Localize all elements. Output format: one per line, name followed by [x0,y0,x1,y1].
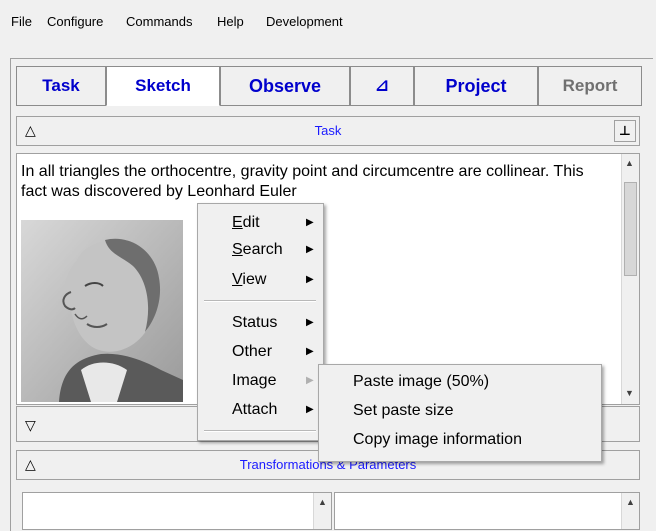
menu-item-image[interactable]: Image [232,372,276,390]
scroll-up-arrow-icon[interactable]: ▲ [318,497,327,507]
menu-item-search[interactable]: Search [232,241,283,259]
mnemonic-v: V [232,271,243,288]
menu-help[interactable]: Help [217,14,244,29]
menu-item-set-paste-size[interactable]: Set paste size [353,402,454,420]
pin-icon[interactable]: ⊥ [614,120,636,142]
submenu-arrow-icon: ▶ [306,317,314,328]
parameters-scrollbar[interactable]: ▲ [621,493,639,529]
image-submenu: Paste image (50%) Set paste size Copy im… [318,364,602,462]
context-menu: Edit ▶ Search ▶ View ▶ Status ▶ Other ▶ … [197,203,324,441]
scroll-thumb[interactable] [624,182,637,276]
mnemonic-s: S [232,241,243,258]
tab-sketch[interactable]: Sketch [106,66,220,106]
menu-configure[interactable]: Configure [47,14,103,29]
scroll-down-arrow-icon[interactable]: ▼ [625,388,634,398]
menu-item-view[interactable]: View [232,271,266,289]
scroll-up-arrow-icon[interactable]: ▲ [626,497,635,507]
submenu-arrow-icon: ▶ [306,375,314,386]
task-text: In all triangles the orthocentre, gravit… [21,163,584,200]
menu-item-edit-rest: dit [242,214,260,231]
menu-item-edit[interactable]: Edit [232,214,260,232]
submenu-arrow-icon: ▶ [306,217,314,228]
submenu-arrow-icon: ▶ [306,244,314,255]
euler-portrait-image [21,220,183,402]
tab-report[interactable]: Report [538,66,642,106]
menu-item-attach[interactable]: Attach [232,401,277,419]
tab-measure[interactable]: ⊿ [350,66,414,106]
menu-separator [204,430,316,432]
transformations-scrollbar[interactable]: ▲ [313,493,331,529]
menu-development[interactable]: Development [266,14,343,29]
tab-observe[interactable]: Observe [220,66,350,106]
task-vertical-scrollbar[interactable]: ▲ ▼ [621,154,639,404]
menu-item-paste-image[interactable]: Paste image (50%) [353,373,489,391]
parameters-list[interactable]: ▲ [334,492,640,530]
menu-file[interactable]: File [11,14,32,29]
submenu-arrow-icon: ▶ [306,346,314,357]
menu-item-view-rest: iew [242,271,267,288]
menu-separator [204,300,316,302]
menu-item-search-rest: earch [242,241,283,258]
task-panel-header: △ Task ⊥ [16,116,640,146]
tab-task[interactable]: Task [16,66,106,106]
expand-down-icon[interactable]: ▽ [25,417,36,434]
menu-commands[interactable]: Commands [126,14,192,29]
menu-bar: File Configure Commands Help Development [0,0,656,46]
submenu-arrow-icon: ▶ [306,274,314,285]
mnemonic-e: E [232,214,243,231]
scroll-up-arrow-icon[interactable]: ▲ [625,158,634,168]
submenu-arrow-icon: ▶ [306,404,314,415]
tab-row: Task Sketch Observe ⊿ Project Report [16,66,642,108]
menu-item-status[interactable]: Status [232,314,277,332]
menu-item-other[interactable]: Other [232,343,272,361]
tab-project[interactable]: Project [414,66,538,106]
menu-item-copy-image-info[interactable]: Copy image information [353,431,522,449]
task-panel-title: Task [314,123,342,138]
transformations-list[interactable]: ▲ [22,492,332,530]
